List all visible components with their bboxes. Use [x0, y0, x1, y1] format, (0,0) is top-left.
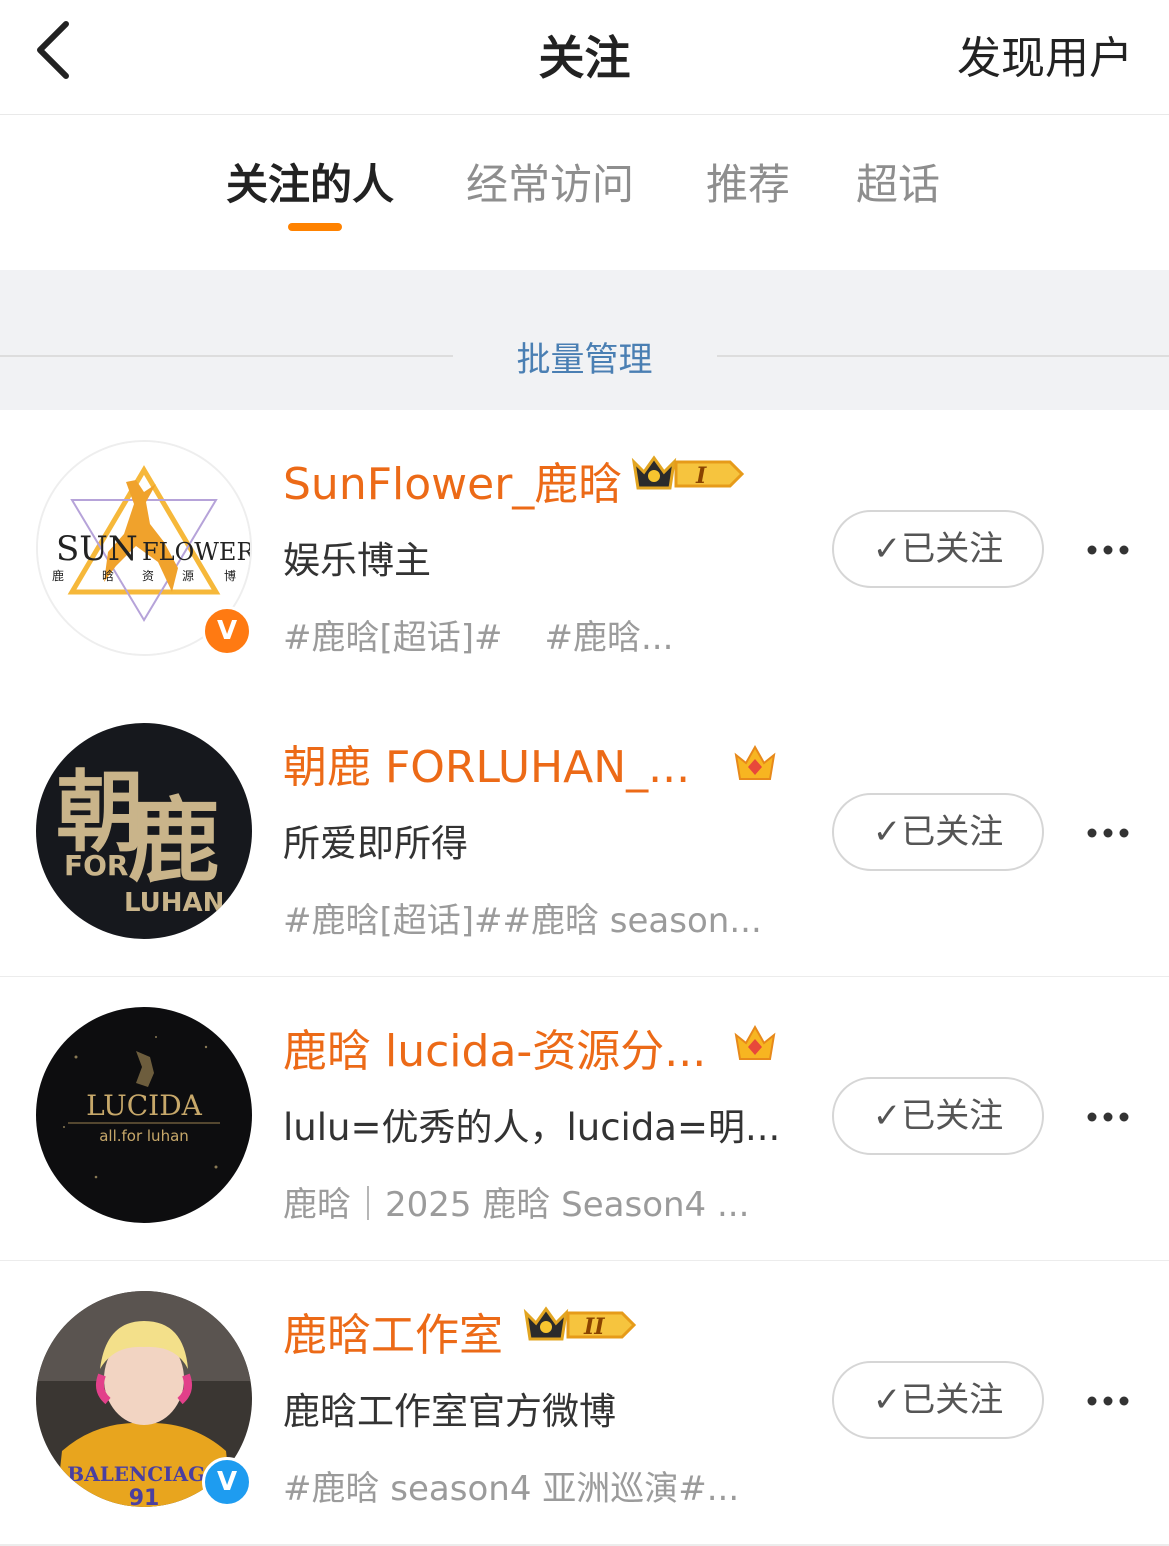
forluhan-logo: 朝 鹿 FOR LUHAN — [36, 723, 252, 939]
svg-text:91: 91 — [129, 1486, 160, 1507]
verified-badge-icon: V — [202, 1457, 252, 1507]
svg-text:源: 源 — [182, 569, 194, 583]
tab-bar: 关注的人 经常访问 推荐 超话 — [0, 115, 1169, 270]
avatar[interactable]: LUCIDA all.for luhan — [36, 1007, 252, 1223]
user-row[interactable]: LUCIDA all.for luhan 鹿晗 lucida-资源分... lu… — [0, 977, 1169, 1262]
svg-text:鹿: 鹿 — [128, 787, 220, 895]
following-button[interactable]: ✓已关注 — [832, 1077, 1044, 1155]
lucida-logo: LUCIDA all.for luhan — [36, 1007, 252, 1223]
discover-users-button[interactable]: 发现用户 — [957, 22, 1133, 86]
avatar[interactable]: BALENCIAGA 91 V — [36, 1291, 252, 1507]
following-label: 已关注 — [901, 1096, 1004, 1136]
user-name[interactable]: SunFlower_鹿晗 — [283, 448, 622, 512]
check-icon: ✓ — [872, 1096, 902, 1136]
svg-text:II: II — [583, 1314, 605, 1340]
svg-text:FOR: FOR — [64, 849, 129, 882]
vip-crown-icon — [734, 744, 776, 780]
svg-text:I: I — [695, 463, 707, 489]
svg-text:博: 博 — [224, 568, 236, 583]
batch-manage-link[interactable]: 批量管理 — [0, 332, 1169, 381]
tab-frequent[interactable]: 经常访问 — [466, 151, 634, 212]
tab-following[interactable]: 关注的人 — [226, 151, 394, 212]
user-tags: #鹿晗[超话]# #鹿晗... — [283, 610, 673, 659]
svg-text:SUN: SUN — [56, 529, 138, 569]
user-name[interactable]: 朝鹿 FORLUHAN_... — [283, 731, 690, 795]
following-label: 已关注 — [901, 812, 1004, 852]
following-button[interactable]: ✓已关注 — [832, 510, 1044, 588]
user-description: 鹿晗工作室官方微博 — [283, 1390, 616, 1433]
vip-crown-level-1-icon: I — [631, 455, 745, 490]
tab-recommend[interactable]: 推荐 — [706, 151, 790, 212]
user-tags: 鹿晗｜2025 鹿晗 Season4 ... — [283, 1177, 749, 1226]
user-row[interactable]: SUN FLOWER 鹿 晗 资 源 博 V SunFlower_鹿晗 I 娱乐… — [0, 410, 1169, 695]
svg-text:资: 资 — [142, 569, 154, 583]
tag[interactable]: #鹿晗[超话]# — [283, 618, 503, 658]
user-tags: #鹿晗[超话]##鹿晗 season... — [283, 893, 762, 942]
avatar[interactable]: 朝 鹿 FOR LUHAN — [36, 723, 252, 939]
user-description: 所爱即所得 — [283, 822, 468, 865]
more-options-icon[interactable] — [1085, 530, 1131, 570]
tag[interactable]: #鹿晗[超话]##鹿晗 season... — [283, 901, 762, 941]
svg-text:BALENCIAGA: BALENCIAGA — [67, 1462, 221, 1486]
more-options-icon[interactable] — [1085, 1381, 1131, 1421]
svg-text:LUHAN: LUHAN — [124, 888, 224, 918]
check-icon: ✓ — [872, 1380, 902, 1420]
tab-supertopic[interactable]: 超话 — [856, 151, 940, 212]
avatar[interactable]: SUN FLOWER 鹿 晗 资 源 博 V — [36, 440, 252, 656]
following-button[interactable]: ✓已关注 — [832, 1361, 1044, 1439]
following-label: 已关注 — [901, 1380, 1004, 1420]
following-label: 已关注 — [901, 529, 1004, 569]
svg-text:晗: 晗 — [102, 568, 114, 583]
batch-manage-bar: 批量管理 — [0, 270, 1169, 410]
vip-crown-level-2-icon: II — [523, 1306, 637, 1341]
svg-text:FLOWER: FLOWER — [142, 538, 250, 566]
user-row[interactable]: 朝 鹿 FOR LUHAN 朝鹿 FORLUHAN_... 所爱即所得 #鹿晗[… — [0, 693, 1169, 978]
user-row[interactable]: BALENCIAGA 91 V 鹿晗工作室 II 鹿晗工作室官方微博 #鹿晗 s… — [0, 1261, 1169, 1546]
active-tab-indicator — [288, 223, 342, 231]
more-options-icon[interactable] — [1085, 813, 1131, 853]
check-icon: ✓ — [872, 812, 902, 852]
verified-badge-icon: V — [202, 606, 252, 656]
svg-text:all.for luhan: all.for luhan — [99, 1127, 189, 1145]
tag[interactable]: #鹿晗 season4 亚洲巡演#... — [283, 1469, 739, 1509]
svg-text:LUCIDA: LUCIDA — [86, 1089, 203, 1122]
svg-text:鹿: 鹿 — [52, 568, 64, 583]
following-button[interactable]: ✓已关注 — [832, 793, 1044, 871]
tag[interactable]: 鹿晗｜2025 鹿晗 Season4 ... — [283, 1185, 749, 1225]
user-name[interactable]: 鹿晗 lucida-资源分... — [283, 1015, 706, 1079]
vip-crown-icon — [734, 1024, 776, 1060]
user-tags: #鹿晗 season4 亚洲巡演#... — [283, 1461, 739, 1510]
more-options-icon[interactable] — [1085, 1097, 1131, 1137]
top-bar: 关注 发现用户 — [0, 0, 1169, 115]
user-description: lulu=优秀的人，lucida=明... — [283, 1106, 781, 1149]
check-icon: ✓ — [872, 529, 902, 569]
user-description: 娱乐博主 — [283, 539, 431, 582]
tag[interactable]: #鹿晗... — [545, 618, 674, 658]
user-name[interactable]: 鹿晗工作室 — [283, 1299, 503, 1363]
